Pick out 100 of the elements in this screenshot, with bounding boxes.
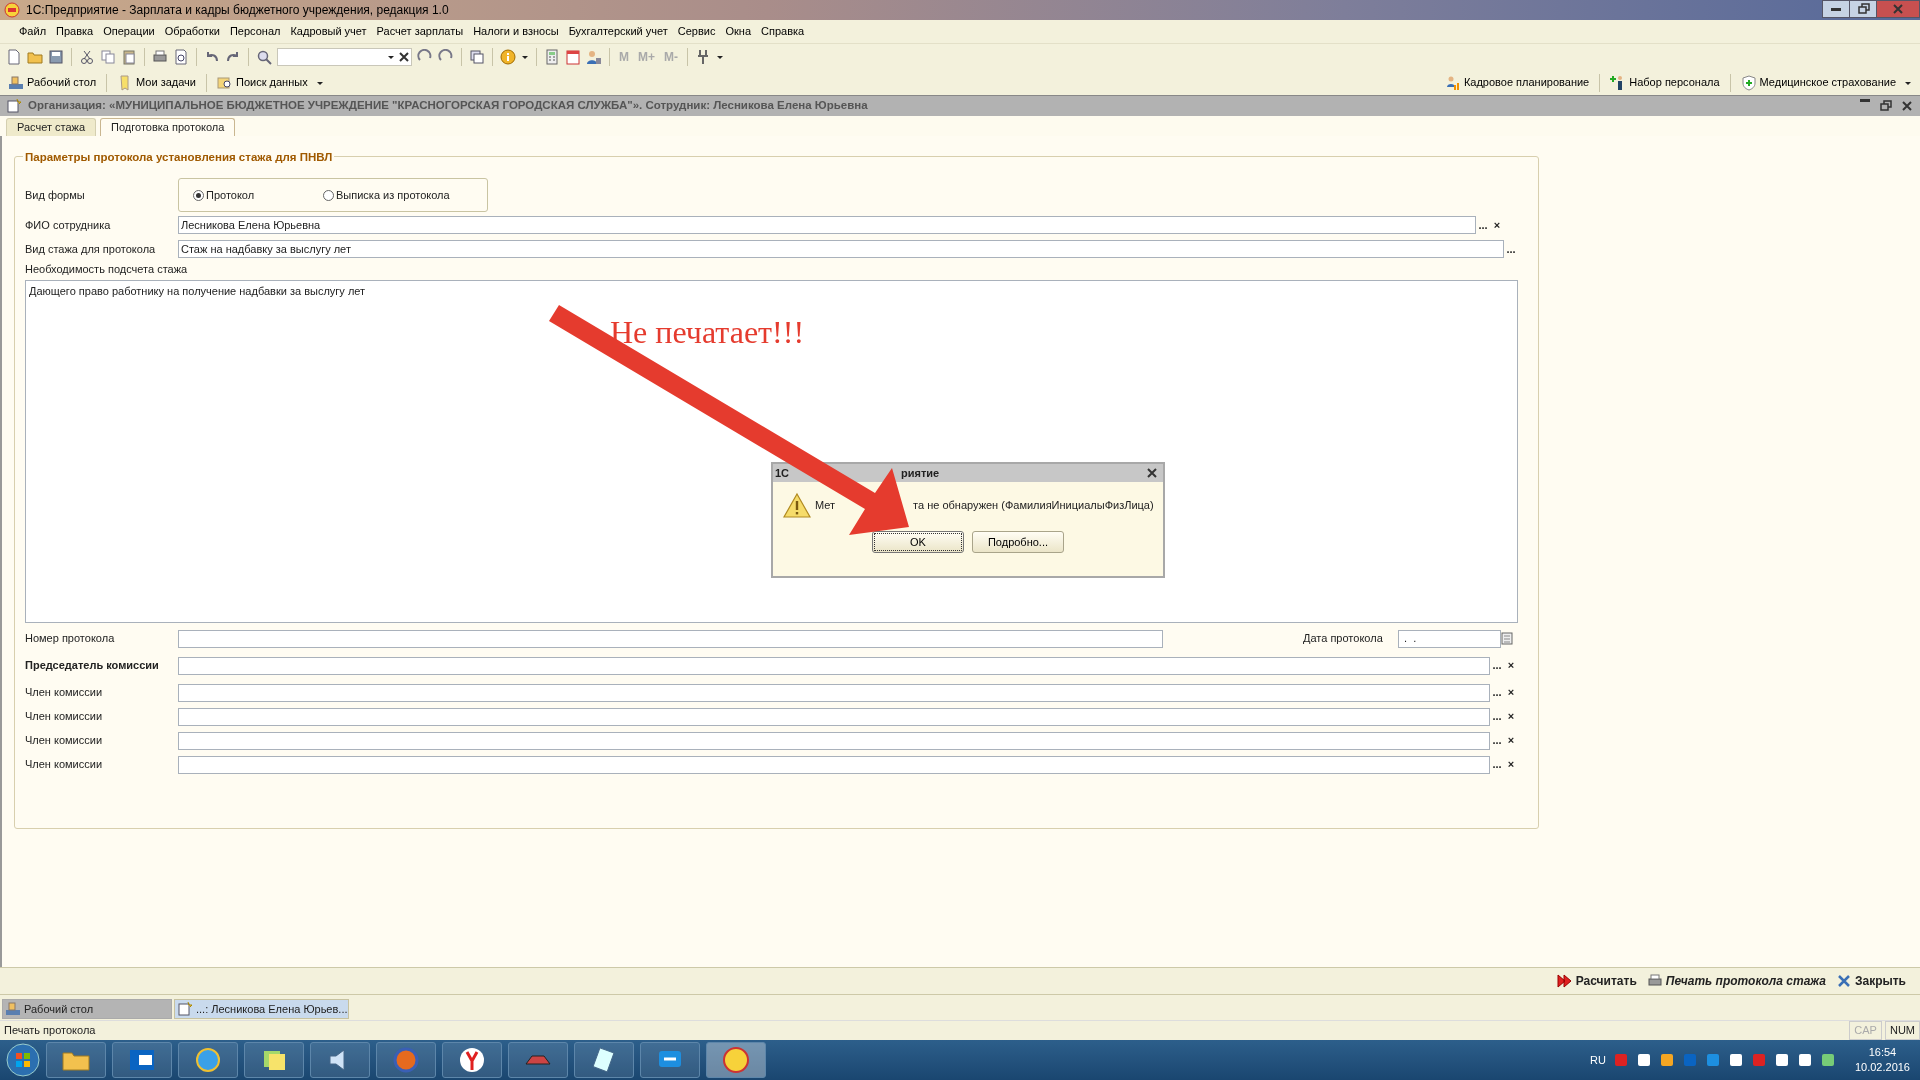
menu-item[interactable]: Кадровый учет <box>285 23 372 40</box>
select-button[interactable]: ... <box>1490 708 1504 725</box>
select-button[interactable]: ... <box>1504 241 1518 257</box>
menu-item[interactable]: Правка <box>51 23 99 40</box>
restore-icon[interactable] <box>1878 99 1892 113</box>
select-button[interactable]: ... <box>1490 756 1504 773</box>
calendar-icon[interactable] <box>1501 632 1513 645</box>
close-icon[interactable] <box>1145 466 1159 480</box>
globe-icon[interactable] <box>193 1046 223 1074</box>
user-icon[interactable] <box>586 49 602 65</box>
close-button[interactable]: Закрыть <box>1835 972 1906 990</box>
tools-icon[interactable] <box>695 49 711 65</box>
folder-icon[interactable] <box>27 49 43 65</box>
text-field[interactable] <box>178 755 1490 774</box>
tab[interactable]: Расчет стажа <box>6 118 97 136</box>
clear-button[interactable]: × <box>1504 756 1518 773</box>
window-tab[interactable]: Рабочий стол <box>2 999 172 1019</box>
text-field[interactable]: Стаж на надбавку за выслугу лет <box>178 240 1504 258</box>
ok-button[interactable]: OK <box>872 531 964 553</box>
text-field[interactable] <box>178 683 1490 702</box>
text-field[interactable] <box>178 656 1490 675</box>
quick-panel-link[interactable]: Рабочий стол <box>8 74 97 91</box>
start-button[interactable] <box>6 1043 40 1077</box>
menu-item[interactable]: Операции <box>98 23 160 40</box>
select-button[interactable]: ... <box>1476 217 1490 233</box>
copy-icon[interactable] <box>100 49 116 65</box>
calculator-icon[interactable] <box>544 49 560 65</box>
print-button[interactable]: Печать протокола стажа <box>1646 972 1826 990</box>
print-icon[interactable] <box>152 49 168 65</box>
dialog-message: Мет <box>815 498 836 514</box>
close-icon <box>1891 2 1905 16</box>
new-document-icon[interactable] <box>6 49 22 65</box>
date-field[interactable]: . . <box>1398 629 1501 648</box>
field-label: Вид стажа для протокола <box>25 241 157 257</box>
menu-item[interactable]: Сервис <box>672 23 721 40</box>
dialog-title: 1С <box>775 465 790 481</box>
quick-panel-link[interactable]: Медицинское страхование <box>1740 74 1896 91</box>
language-indicator[interactable]: RU <box>1590 1051 1606 1069</box>
quick-panel-link[interactable]: Поиск данных <box>217 74 308 91</box>
window-title: 1С:Предприятие - Зарплата и кадры бюджетного учреждения, редакция 1.0 <box>26 2 449 19</box>
minimize-button[interactable] <box>1822 0 1850 18</box>
select-button[interactable]: ... <box>1490 657 1504 674</box>
clear-button[interactable]: × <box>1490 217 1504 233</box>
text-field[interactable] <box>178 629 1163 648</box>
dialog-title: риятие <box>901 465 940 481</box>
text-field[interactable] <box>178 707 1490 726</box>
menu-item[interactable]: Персонал <box>224 23 286 40</box>
close-icon[interactable] <box>1900 99 1914 113</box>
info-icon[interactable] <box>500 49 516 65</box>
restore-button[interactable] <box>1849 0 1877 18</box>
document-icon <box>6 98 22 114</box>
select-button[interactable]: ... <box>1490 684 1504 701</box>
circle-icon[interactable] <box>457 1046 487 1074</box>
field-label: Член комиссии <box>25 711 104 722</box>
radio-button[interactable] <box>323 189 334 201</box>
paste-icon[interactable] <box>121 49 137 65</box>
radio-button[interactable] <box>193 189 204 201</box>
menu-item[interactable]: Бухгалтерский учет <box>563 23 673 40</box>
field-label: Необходимость подсчета стажа <box>25 262 189 277</box>
magnifier-icon <box>217 74 233 91</box>
menu-item[interactable]: Налоги и взносы <box>468 23 564 40</box>
quick-panel-link[interactable]: Кадровое планирование <box>1444 74 1590 91</box>
clear-button[interactable]: × <box>1504 657 1518 674</box>
radio-option[interactable]: Выписка из протокола <box>323 186 473 204</box>
save-icon[interactable] <box>48 49 64 65</box>
clear-button[interactable]: × <box>1504 684 1518 701</box>
print-preview-icon[interactable] <box>173 49 189 65</box>
search-field[interactable] <box>277 48 412 66</box>
document-title: Организация: «МУНИЦИПАЛЬНОЕ БЮДЖЕТНОЕ УЧРЕЖДЕНИЕ "КРАСНОГОРСКАЯ ГОРОДСКАЯ СЛУЖБА"». Сотрудник: Лесникова Елена Юрьевна <box>28 98 868 114</box>
details-button[interactable]: Подробно... <box>972 531 1064 553</box>
windows-icon[interactable] <box>469 49 485 65</box>
select-button[interactable]: ... <box>1490 732 1504 749</box>
quick-panel-link[interactable]: Мои задачи <box>117 74 196 91</box>
menu-item[interactable]: Окна <box>720 23 756 40</box>
text-field[interactable]: Лесникова Елена Юрьевна <box>178 216 1476 234</box>
menu-item[interactable]: Обработки <box>159 23 225 40</box>
menu-item[interactable]: Справка <box>756 23 810 40</box>
radio-option[interactable]: Протокол <box>193 186 323 204</box>
dialog-message: та не обнаружен (ФамилияИнициалыФизЛица) <box>913 498 1154 514</box>
clear-button[interactable]: × <box>1504 708 1518 725</box>
field-label: ФИО сотрудника <box>25 217 112 233</box>
tab[interactable]: Подготовка протокола <box>100 118 236 136</box>
warning-icon <box>783 492 811 519</box>
calculate-button[interactable]: Расчитать <box>1556 972 1637 990</box>
run-icon <box>1556 973 1573 989</box>
quick-panel-link[interactable]: Набор персонала <box>1610 74 1720 91</box>
cut-icon[interactable] <box>79 49 95 65</box>
clock[interactable]: 16:54 10.02.2016 <box>1854 1045 1910 1075</box>
window-tab[interactable]: ...: Лесникова Елена Юрьев... <box>174 999 349 1019</box>
field-label: Председатель комиссии <box>25 660 160 671</box>
text-field[interactable] <box>178 731 1490 750</box>
search-icon[interactable] <box>256 49 272 65</box>
clear-button[interactable]: × <box>1504 732 1518 749</box>
status-indicator: NUM <box>1884 1021 1920 1040</box>
menu-item[interactable]: Расчет зарплаты <box>371 23 469 40</box>
coin-icon[interactable] <box>721 1046 751 1074</box>
app-logo-icon <box>4 2 20 18</box>
calendar-icon[interactable] <box>565 49 581 65</box>
menu-item[interactable]: Файл <box>14 23 52 40</box>
people-chart-icon <box>1444 74 1461 91</box>
